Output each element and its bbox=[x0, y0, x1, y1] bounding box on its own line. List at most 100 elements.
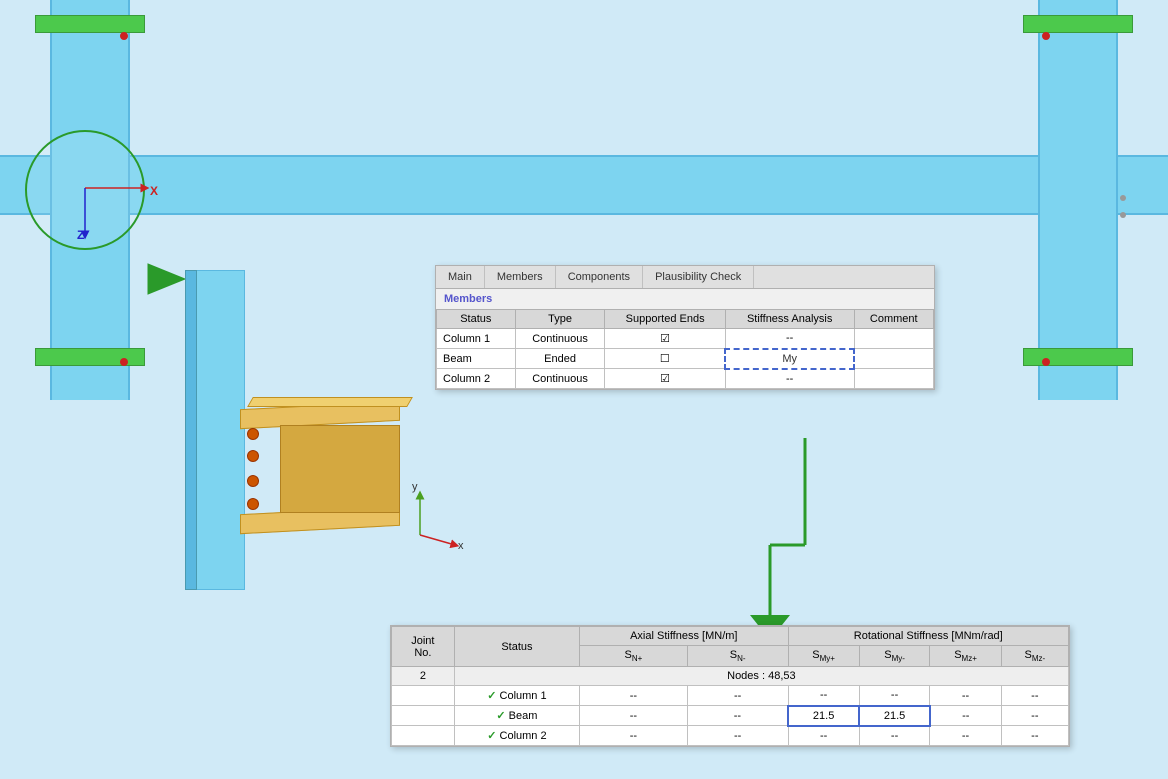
cell-status-beam: ✓ Beam bbox=[454, 706, 579, 726]
red-dot-1 bbox=[120, 32, 128, 40]
table-row: ✓ Column 1 -- -- -- -- -- -- bbox=[392, 686, 1069, 706]
cell-status-3: Column 2 bbox=[437, 369, 516, 389]
axis-circle bbox=[25, 130, 145, 250]
horizontal-beam bbox=[0, 155, 1168, 215]
cell-joint-empty-1 bbox=[392, 686, 455, 706]
cell-nodes: Nodes : 48,53 bbox=[454, 667, 1068, 686]
gray-dot-2 bbox=[1120, 212, 1126, 218]
left-col-top-cap bbox=[35, 15, 145, 33]
th-smz-plus: SMz+ bbox=[930, 646, 1001, 667]
cell-type-3: Continuous bbox=[515, 369, 605, 389]
cell-sn-plus-1: -- bbox=[580, 686, 688, 706]
axis-z-label: Z bbox=[77, 228, 84, 242]
cell-checkbox-1[interactable]: ☑ bbox=[605, 329, 725, 349]
cell-smy-minus-3: -- bbox=[859, 726, 930, 746]
tab-components[interactable]: Components bbox=[556, 266, 643, 288]
cell-type-2: Ended bbox=[515, 349, 605, 369]
axis-x-label: X bbox=[150, 184, 158, 198]
th-joint-no: JointNo. bbox=[392, 627, 455, 667]
red-dot-4 bbox=[1042, 358, 1050, 366]
steel-connection-3d bbox=[175, 270, 425, 600]
cell-sn-plus-3: -- bbox=[580, 726, 688, 746]
tab-main[interactable]: Main bbox=[436, 266, 485, 288]
cell-smz-minus-3: -- bbox=[1001, 726, 1068, 746]
red-dot-2 bbox=[120, 358, 128, 366]
cell-status-2: Beam bbox=[437, 349, 516, 369]
th-sn-minus: SN- bbox=[687, 646, 788, 667]
col-header-type: Type bbox=[515, 310, 605, 329]
cell-stiffness-3: -- bbox=[725, 369, 854, 389]
cell-smz-plus-2: -- bbox=[930, 706, 1001, 726]
right-column bbox=[1038, 0, 1118, 400]
cell-sn-plus-2: -- bbox=[580, 706, 688, 726]
left-col-bottom-cap bbox=[35, 348, 145, 366]
col-header-status: Status bbox=[437, 310, 516, 329]
col-header-supported-ends: Supported Ends bbox=[605, 310, 725, 329]
cell-checkbox-3[interactable]: ☑ bbox=[605, 369, 725, 389]
tab-members[interactable]: Members bbox=[485, 266, 556, 288]
th-smy-minus: SMy- bbox=[859, 646, 930, 667]
col-header-comment: Comment bbox=[854, 310, 933, 329]
members-section-title: Members bbox=[436, 289, 934, 309]
table-row: Column 1 Continuous ☑ -- bbox=[437, 329, 934, 349]
bolt-2 bbox=[247, 450, 259, 462]
cell-status-col2: ✓ Column 2 bbox=[454, 726, 579, 746]
cell-smz-minus-2: -- bbox=[1001, 706, 1068, 726]
members-table: Status Type Supported Ends Stiffness Ana… bbox=[436, 309, 934, 389]
table-row: ✓ Beam -- -- 21.5 21.5 -- -- bbox=[392, 706, 1069, 726]
right-col-bottom-cap bbox=[1023, 348, 1133, 366]
cell-smy-plus-2-highlight: 21.5 bbox=[788, 706, 859, 726]
th-status: Status bbox=[454, 627, 579, 667]
cell-smz-plus-3: -- bbox=[930, 726, 1001, 746]
table-row: 2 Nodes : 48,53 bbox=[392, 667, 1069, 686]
bolt-3 bbox=[247, 475, 259, 487]
cell-joint-empty-2 bbox=[392, 706, 455, 726]
th-sn-plus: SN+ bbox=[580, 646, 688, 667]
cell-stiffness-1: -- bbox=[725, 329, 854, 349]
cell-checkbox-2[interactable]: ☐ bbox=[605, 349, 725, 369]
check-icon-1: ✓ bbox=[487, 690, 496, 702]
panel-tabs: Main Members Components Plausibility Che… bbox=[436, 266, 934, 289]
cell-smz-minus-1: -- bbox=[1001, 686, 1068, 706]
red-dot-3 bbox=[1042, 32, 1050, 40]
svg-text:x: x bbox=[458, 540, 464, 552]
bolt-1 bbox=[247, 428, 259, 440]
stiffness-table: JointNo. Status Axial Stiffness [MN/m] R… bbox=[391, 626, 1069, 746]
cell-joint-empty-3 bbox=[392, 726, 455, 746]
cell-smy-plus-1: -- bbox=[788, 686, 859, 706]
cell-comment-1 bbox=[854, 329, 933, 349]
cell-comment-3 bbox=[854, 369, 933, 389]
cell-status-col1: ✓ Column 1 bbox=[454, 686, 579, 706]
gray-dot-1 bbox=[1120, 195, 1126, 201]
th-smz-minus: SMz- bbox=[1001, 646, 1068, 667]
tab-plausibility[interactable]: Plausibility Check bbox=[643, 266, 754, 288]
cell-stiffness-2[interactable]: My bbox=[725, 349, 854, 369]
check-icon-2: ✓ bbox=[496, 710, 505, 722]
cell-smy-minus-1: -- bbox=[859, 686, 930, 706]
cell-comment-2 bbox=[854, 349, 933, 369]
cell-sn-minus-1: -- bbox=[687, 686, 788, 706]
cell-type-1: Continuous bbox=[515, 329, 605, 349]
table-row: Beam Ended ☐ My bbox=[437, 349, 934, 369]
check-icon-3: ✓ bbox=[487, 730, 496, 742]
cell-smy-plus-3: -- bbox=[788, 726, 859, 746]
flange-top-face bbox=[247, 397, 413, 407]
stiffness-panel: JointNo. Status Axial Stiffness [MN/m] R… bbox=[390, 625, 1070, 747]
table-row: ✓ Column 2 -- -- -- -- -- -- bbox=[392, 726, 1069, 746]
cell-sn-minus-2: -- bbox=[687, 706, 788, 726]
column-side-3d bbox=[185, 270, 197, 590]
th-rotational: Rotational Stiffness [MNm/rad] bbox=[788, 627, 1068, 646]
table-row: Column 2 Continuous ☑ -- bbox=[437, 369, 934, 389]
bolt-4 bbox=[247, 498, 259, 510]
cell-smy-minus-2-highlight: 21.5 bbox=[859, 706, 930, 726]
col-header-stiffness: Stiffness Analysis bbox=[725, 310, 854, 329]
members-panel: Main Members Components Plausibility Che… bbox=[435, 265, 935, 390]
th-smy-plus: SMy+ bbox=[788, 646, 859, 667]
cell-status-1: Column 1 bbox=[437, 329, 516, 349]
web-plate bbox=[280, 425, 400, 513]
right-col-top-cap bbox=[1023, 15, 1133, 33]
cell-joint-no: 2 bbox=[392, 667, 455, 686]
cell-sn-minus-3: -- bbox=[687, 726, 788, 746]
column-plate-3d bbox=[195, 270, 245, 590]
cell-smz-plus-1: -- bbox=[930, 686, 1001, 706]
